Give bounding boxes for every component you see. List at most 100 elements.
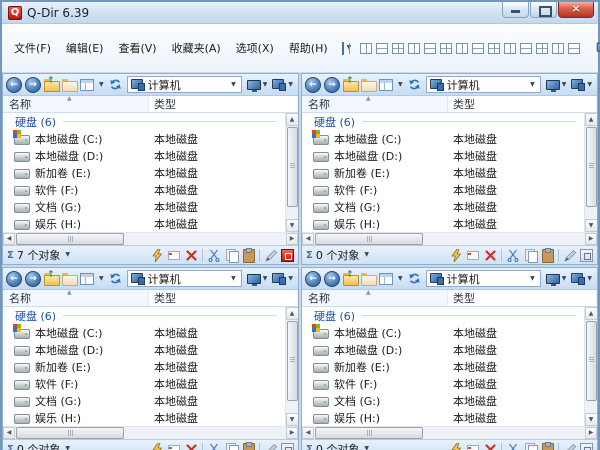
column-header-type[interactable]: 类型	[149, 290, 298, 306]
scrollbar-track[interactable]	[124, 427, 286, 439]
refresh-icon[interactable]	[408, 272, 421, 285]
computer-dropdown-icon[interactable]	[587, 276, 592, 282]
drive-row[interactable]: 软件 (F:) 本地磁盘	[3, 375, 285, 392]
drive-name-cell[interactable]: 软件 (F:)	[302, 182, 448, 198]
vertical-scrollbar[interactable]	[584, 113, 597, 232]
group-header-hard-disks[interactable]: 硬盘 (6)	[302, 113, 584, 130]
drive-row[interactable]: 文档 (G:) 本地磁盘	[3, 198, 285, 215]
menu-favorites[interactable]: 收藏夹(A)	[165, 38, 228, 58]
desktop-dropdown-icon[interactable]	[562, 82, 567, 88]
drive-name-cell[interactable]: 新加卷 (E:)	[302, 359, 448, 375]
back-button[interactable]	[305, 77, 321, 93]
horizontal-scrollbar-thumb[interactable]	[315, 427, 423, 439]
address-dropdown-icon[interactable]	[231, 82, 236, 88]
layout-variant-icon[interactable]	[440, 43, 452, 54]
drive-row[interactable]: 娱乐 (H:) 本地磁盘	[302, 215, 584, 232]
rename-icon[interactable]	[167, 442, 181, 450]
horizontal-scrollbar[interactable]	[3, 232, 298, 245]
scroll-down-icon[interactable]	[286, 219, 299, 232]
desktop-button[interactable]	[247, 80, 270, 90]
scroll-right-icon[interactable]	[286, 233, 298, 245]
address-dropdown-icon[interactable]	[530, 276, 535, 282]
drive-name-cell[interactable]: 娱乐 (H:)	[302, 216, 448, 232]
object-count[interactable]: 0 个对象	[316, 441, 360, 450]
view-mode-icon[interactable]	[379, 79, 393, 91]
layout-variant-icon[interactable]	[376, 43, 388, 54]
vertical-scrollbar-thumb[interactable]	[287, 321, 298, 401]
edit-pencil-icon[interactable]	[264, 248, 278, 262]
copy-icon[interactable]	[224, 248, 238, 262]
layout-variant-icon[interactable]	[520, 43, 532, 54]
copy-icon[interactable]	[224, 442, 238, 450]
back-button[interactable]	[305, 271, 321, 287]
delete-icon[interactable]	[483, 442, 497, 450]
layout-variant-icon[interactable]	[392, 43, 404, 54]
paste-icon[interactable]	[241, 248, 255, 262]
desktop-button[interactable]	[546, 80, 569, 90]
scroll-right-icon[interactable]	[286, 427, 298, 439]
horizontal-scrollbar-thumb[interactable]	[16, 233, 124, 245]
layout-quad-icon[interactable]	[342, 42, 344, 55]
computer-dropdown-icon[interactable]	[288, 276, 293, 282]
flash-actions-icon[interactable]	[150, 248, 164, 262]
scroll-left-icon[interactable]	[302, 427, 314, 439]
refresh-icon[interactable]	[109, 272, 122, 285]
scroll-right-icon[interactable]	[585, 427, 597, 439]
title-bar[interactable]: Q-Dir 6.39	[2, 2, 598, 24]
drive-row[interactable]: 文档 (G:) 本地磁盘	[302, 392, 584, 409]
drive-name-cell[interactable]: 软件 (F:)	[302, 376, 448, 392]
horizontal-scrollbar[interactable]	[3, 426, 298, 439]
minimize-button[interactable]	[502, 2, 529, 18]
layout-variant-icon[interactable]	[568, 43, 580, 54]
scroll-down-icon[interactable]	[585, 219, 598, 232]
drive-name-cell[interactable]: 文档 (G:)	[3, 199, 149, 215]
vertical-scrollbar[interactable]	[584, 307, 597, 426]
app-icon[interactable]	[8, 6, 22, 20]
folder-up-icon[interactable]	[343, 79, 358, 90]
forward-button[interactable]	[25, 271, 41, 287]
drive-name-cell[interactable]: 本地磁盘 (D:)	[302, 148, 448, 164]
back-button[interactable]	[6, 271, 22, 287]
active-pane-indicator-icon[interactable]	[580, 249, 593, 262]
column-header-name[interactable]: 名称	[3, 96, 149, 112]
active-pane-indicator-icon[interactable]	[580, 443, 593, 450]
rename-icon[interactable]	[167, 248, 181, 262]
flash-actions-icon[interactable]	[150, 442, 164, 450]
active-pane-indicator-icon[interactable]	[281, 249, 294, 262]
cut-icon[interactable]	[506, 248, 520, 262]
object-count[interactable]: 0 个对象	[316, 247, 360, 263]
drive-name-cell[interactable]: 软件 (F:)	[3, 376, 149, 392]
computer-button[interactable]	[272, 273, 295, 285]
refresh-icon[interactable]	[109, 78, 122, 91]
layout-variant-icon[interactable]	[536, 43, 548, 54]
column-header-name[interactable]: 名称	[3, 290, 149, 306]
drive-row[interactable]: 本地磁盘 (C:) 本地磁盘	[3, 130, 285, 147]
scroll-left-icon[interactable]	[3, 427, 15, 439]
view-dropdown-icon[interactable]	[99, 276, 104, 282]
layout-variant-icon[interactable]	[424, 43, 436, 54]
drive-row[interactable]: 娱乐 (H:) 本地磁盘	[3, 215, 285, 232]
scroll-left-icon[interactable]	[302, 233, 314, 245]
delete-icon[interactable]	[184, 248, 198, 262]
drive-name-cell[interactable]: 软件 (F:)	[3, 182, 149, 198]
close-button[interactable]	[558, 2, 594, 18]
drive-row[interactable]: 本地磁盘 (C:) 本地磁盘	[302, 130, 584, 147]
drive-name-cell[interactable]: 新加卷 (E:)	[302, 165, 448, 181]
group-header-hard-disks[interactable]: 硬盘 (6)	[3, 113, 285, 130]
horizontal-scrollbar[interactable]	[302, 426, 597, 439]
menu-file[interactable]: 文件(F)	[7, 38, 58, 58]
column-header-type[interactable]: 类型	[149, 96, 298, 112]
desktop-button[interactable]	[247, 274, 270, 284]
drive-name-cell[interactable]: 本地磁盘 (D:)	[3, 342, 149, 358]
forward-button[interactable]	[25, 77, 41, 93]
drive-row[interactable]: 娱乐 (H:) 本地磁盘	[302, 409, 584, 426]
layout-variant-icon[interactable]	[360, 43, 372, 54]
computer-button[interactable]	[571, 79, 594, 91]
view-mode-icon[interactable]	[80, 79, 94, 91]
desktop-button[interactable]	[546, 274, 569, 284]
horizontal-scrollbar[interactable]	[302, 232, 597, 245]
folder-up-icon[interactable]	[44, 273, 59, 284]
drive-name-cell[interactable]: 文档 (G:)	[302, 199, 448, 215]
new-folder-icon[interactable]	[361, 79, 376, 90]
drive-name-cell[interactable]: 新加卷 (E:)	[3, 359, 149, 375]
